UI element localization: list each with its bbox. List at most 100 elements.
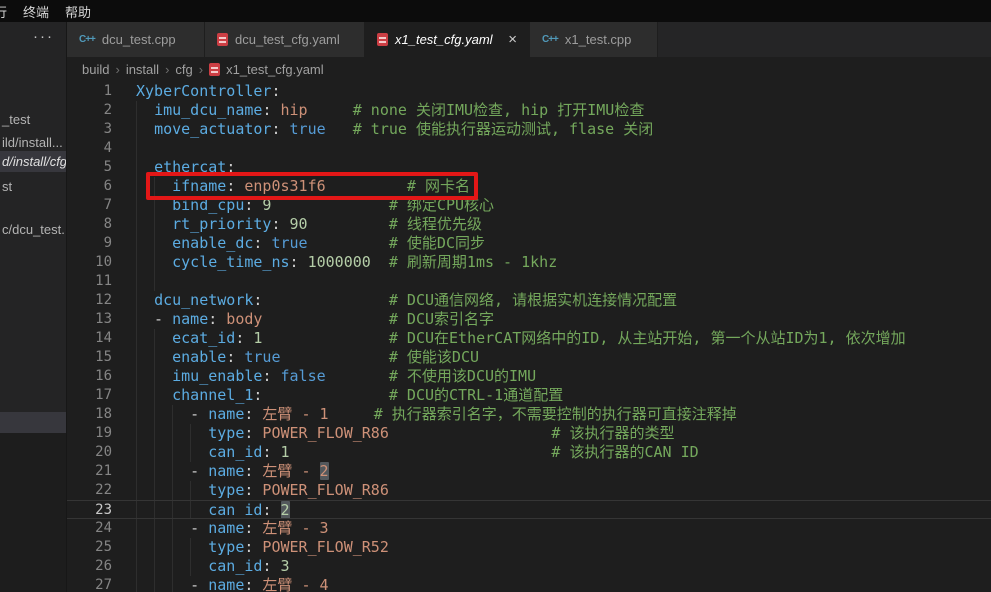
code-line[interactable]: 16 imu_enable: false # 不使用该DCU的IMU bbox=[67, 367, 991, 386]
line-number: 23 bbox=[67, 501, 112, 518]
code-token: # true 使能执行器运动测试, flase 关闭 bbox=[326, 120, 654, 138]
code-token bbox=[271, 501, 280, 518]
menu-item[interactable]: 终端 bbox=[15, 2, 57, 21]
indent-guide bbox=[136, 557, 137, 576]
sidebar-item[interactable]: d/install/cfg bbox=[0, 151, 66, 172]
code-line[interactable]: 9 enable_dc: true # 使能DC同步 bbox=[67, 234, 991, 253]
code-line[interactable]: 8 rt_priority: 90 # 线程优先级 bbox=[67, 215, 991, 234]
code-token: can_id bbox=[208, 501, 262, 518]
indent-guide bbox=[154, 177, 155, 196]
code-token: 90 bbox=[281, 215, 308, 233]
code-token bbox=[136, 291, 154, 309]
code-line[interactable]: 18 - name: 左臂 - 1 # 执行器索引名字，不需要控制的执行器可直接… bbox=[67, 405, 991, 424]
indent-guide bbox=[154, 348, 155, 367]
code-token: rt_priority bbox=[172, 215, 271, 233]
code-token: enable_dc bbox=[172, 234, 253, 252]
code-line[interactable]: 25 type: POWER_FLOW_R52 bbox=[67, 538, 991, 557]
code-line[interactable]: 4 bbox=[67, 139, 991, 158]
code-line[interactable]: 17 channel_1: # DCU的CTRL-1通道配置 bbox=[67, 386, 991, 405]
line-content: imu_enable: false # 不使用该DCU的IMU bbox=[112, 367, 991, 386]
line-number: 27 bbox=[67, 576, 112, 592]
menu-item[interactable]: 行 bbox=[0, 2, 15, 21]
code-token: can_id bbox=[208, 443, 262, 461]
code-token: name bbox=[172, 310, 208, 328]
code-token: : bbox=[226, 158, 235, 176]
code-token: POWER_FLOW_R52 bbox=[253, 538, 388, 556]
menu-item[interactable]: 帮助 bbox=[57, 2, 99, 21]
line-content: - name: body # DCU索引名字 bbox=[112, 310, 991, 329]
code-editor[interactable]: 1XyberController:2 imu_dcu_name: hip # n… bbox=[67, 82, 991, 592]
line-content: can_id: 3 bbox=[112, 557, 991, 576]
code-line[interactable]: 3 move_actuator: true # true 使能执行器运动测试, … bbox=[67, 120, 991, 139]
code-token: : bbox=[208, 310, 217, 328]
code-line[interactable]: 24 - name: 左臂 - 3 bbox=[67, 519, 991, 538]
tab-x1_test-cpp[interactable]: x1_test.cpp bbox=[530, 22, 658, 57]
code-line[interactable]: 13 - name: body # DCU索引名字 bbox=[67, 310, 991, 329]
code-line[interactable]: 11 bbox=[67, 272, 991, 291]
line-content: rt_priority: 90 # 线程优先级 bbox=[112, 215, 991, 234]
code-line[interactable]: 12 dcu_network: # DCU通信网络, 请根据实机连接情况配置 bbox=[67, 291, 991, 310]
line-content: ethercat: bbox=[112, 158, 991, 177]
breadcrumb-item[interactable]: cfg bbox=[175, 62, 192, 77]
tab-dcu_test-cpp[interactable]: dcu_test.cpp bbox=[67, 22, 205, 57]
code-line[interactable]: 10 cycle_time_ns: 1000000 # 刷新周期1ms - 1k… bbox=[67, 253, 991, 272]
code-token: cycle_time_ns bbox=[172, 253, 289, 271]
line-number: 18 bbox=[67, 405, 112, 424]
code-token: - bbox=[136, 310, 172, 328]
code-token: # none 关闭IMU检查, hip 打开IMU检查 bbox=[308, 101, 645, 119]
code-line[interactable]: 6 ifname: enp0s31f6 # 网卡名 bbox=[67, 177, 991, 196]
code-token: enp0s31f6 bbox=[235, 177, 325, 195]
sidebar-item[interactable]: ild/install... bbox=[0, 132, 66, 153]
code-line[interactable]: 15 enable: true # 使能该DCU bbox=[67, 348, 991, 367]
line-number: 22 bbox=[67, 481, 112, 500]
breadcrumb-item[interactable]: x1_test_cfg.yaml bbox=[226, 62, 324, 77]
code-line[interactable]: 2 imu_dcu_name: hip # none 关闭IMU检查, hip … bbox=[67, 101, 991, 120]
tab-dcu_test_cfg-yaml[interactable]: dcu_test_cfg.yaml bbox=[205, 22, 365, 57]
line-number: 10 bbox=[67, 253, 112, 272]
line-number: 15 bbox=[67, 348, 112, 367]
line-content: enable: true # 使能该DCU bbox=[112, 348, 991, 367]
breadcrumb-item[interactable]: build bbox=[82, 62, 109, 77]
code-token: # DCU的CTRL-1通道配置 bbox=[262, 386, 563, 404]
line-content: can_id: 2 bbox=[112, 501, 991, 518]
code-line[interactable]: 23 can_id: 2 bbox=[67, 500, 991, 519]
more-actions-icon[interactable]: ··· bbox=[33, 26, 54, 48]
code-token: 1000000 bbox=[299, 253, 371, 271]
tab-x1_test_cfg-yaml[interactable]: x1_test_cfg.yaml× bbox=[365, 22, 530, 57]
code-token: name bbox=[208, 576, 244, 592]
line-number: 5 bbox=[67, 158, 112, 177]
indent-guide bbox=[136, 348, 137, 367]
code-token: # DCU索引名字 bbox=[262, 310, 494, 328]
code-token bbox=[136, 158, 154, 176]
sidebar-item[interactable]: c/dcu_test... bbox=[0, 219, 66, 240]
line-number: 8 bbox=[67, 215, 112, 234]
indent-guide bbox=[154, 481, 155, 500]
code-line[interactable]: 1XyberController: bbox=[67, 82, 991, 101]
line-number: 1 bbox=[67, 82, 112, 101]
code-line[interactable]: 21 - name: 左臂 - 2 bbox=[67, 462, 991, 481]
code-token bbox=[136, 101, 154, 119]
code-line[interactable]: 20 can_id: 1 # 该执行器的CAN ID bbox=[67, 443, 991, 462]
code-token: channel_1 bbox=[172, 386, 253, 404]
line-content: - name: 左臂 - 1 # 执行器索引名字，不需要控制的执行器可直接注释掉 bbox=[112, 405, 991, 424]
code-line[interactable]: 19 type: POWER_FLOW_R86 # 该执行器的类型 bbox=[67, 424, 991, 443]
close-icon[interactable]: × bbox=[508, 32, 517, 47]
sidebar-item[interactable]: st bbox=[0, 176, 66, 197]
code-line[interactable]: 27 - name: 左臂 - 4 bbox=[67, 576, 991, 592]
code-line[interactable]: 14 ecat_id: 1 # DCU在EtherCAT网络中的ID, 从主站开… bbox=[67, 329, 991, 348]
line-number: 20 bbox=[67, 443, 112, 462]
code-line[interactable]: 26 can_id: 3 bbox=[67, 557, 991, 576]
indent-guide bbox=[136, 177, 137, 196]
code-line[interactable]: 22 type: POWER_FLOW_R86 bbox=[67, 481, 991, 500]
code-line[interactable]: 5 ethercat: bbox=[67, 158, 991, 177]
vscode-window: 行终端帮助 ··· _testild/install...d/install/c… bbox=[0, 0, 991, 592]
code-token: type bbox=[208, 481, 244, 499]
sidebar-item[interactable]: _test bbox=[0, 109, 66, 130]
indent-guide bbox=[136, 405, 137, 424]
code-token: 2 bbox=[320, 462, 329, 480]
code-token: ifname bbox=[172, 177, 226, 195]
code-line[interactable]: 7 bind_cpu: 9 # 绑定CPU核心 bbox=[67, 196, 991, 215]
sidebar-selected-row[interactable] bbox=[0, 412, 66, 433]
line-number: 21 bbox=[67, 462, 112, 481]
breadcrumb-item[interactable]: install bbox=[126, 62, 159, 77]
